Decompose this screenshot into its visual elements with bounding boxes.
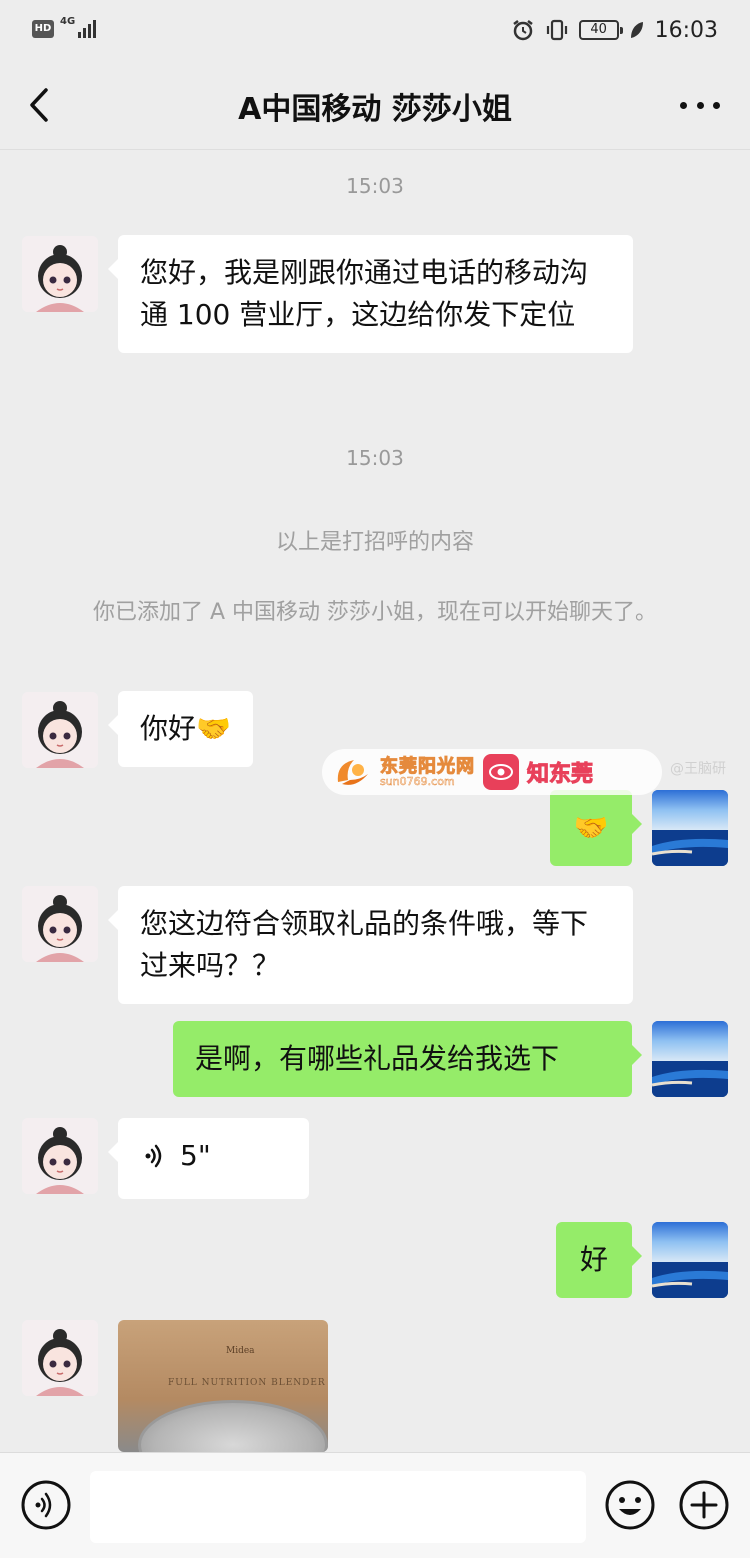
girl-avatar-icon (22, 692, 98, 768)
sun-logo-icon (337, 760, 368, 785)
ocean-avatar-icon (652, 790, 728, 866)
more-icon[interactable] (680, 98, 720, 112)
voice-duration: 5" (180, 1139, 211, 1172)
watermark-banner: 东莞阳光网 sun0769.com 知东莞 (322, 749, 662, 795)
chat-title: A中国移动 莎莎小姐 (238, 92, 512, 127)
message-input[interactable] (90, 1471, 586, 1543)
chat-header: A中国移动 莎莎小姐 (0, 60, 750, 150)
my-avatar[interactable] (652, 1222, 728, 1298)
voice-wave-icon (145, 1144, 162, 1168)
message-incoming[interactable]: 你好🤝 (108, 691, 253, 767)
girl-avatar-icon (22, 886, 98, 962)
message-incoming[interactable]: 您好，我是刚跟你通过电话的移动沟通 100 营业厅，这边给你发下定位 (108, 235, 633, 353)
message-outgoing[interactable]: 🤝 (550, 790, 642, 866)
system-notice: 以上是打招呼的内容 (275, 530, 474, 555)
watermark-site-name: 东莞阳光网 (380, 755, 475, 777)
image-message[interactable]: Midea FULL NUTRITION BLENDER (118, 1320, 328, 1452)
watermark-site: 东莞阳光网 sun0769.com (380, 755, 475, 788)
alarm-icon (512, 20, 533, 41)
watermark-handle: @王脑研 (670, 761, 726, 777)
timestamp: 15:03 (346, 446, 404, 470)
vibrate-icon (546, 19, 567, 41)
message-incoming[interactable]: 您这边符合领取礼品的条件哦，等下过来吗？？ (108, 886, 633, 1004)
network-label: 4G (60, 16, 76, 27)
message-outgoing[interactable]: 好 (556, 1222, 642, 1298)
voice-mode-icon[interactable] (20, 1479, 72, 1531)
ocean-avatar-icon (652, 1222, 728, 1298)
status-right: 40 16:03 (511, 14, 718, 46)
timestamp: 15:03 (346, 174, 404, 198)
girl-avatar-icon (22, 1320, 98, 1396)
watermark-brand: 知东莞 (526, 762, 594, 788)
girl-avatar-icon (22, 1118, 98, 1194)
contact-avatar[interactable] (22, 236, 98, 312)
battery-icon: 40 (578, 20, 623, 40)
voice-message[interactable]: 5" (108, 1118, 309, 1199)
blender-photo (138, 1400, 328, 1452)
contact-avatar[interactable] (22, 886, 98, 962)
status-time: 16:03 (654, 17, 718, 43)
eye-logo-icon (483, 754, 519, 790)
my-avatar[interactable] (652, 790, 728, 866)
message-outgoing[interactable]: 是啊，有哪些礼品发给我选下 (173, 1021, 642, 1097)
hd-badge: HD (32, 20, 54, 38)
watermark-site-url: sun0769.com (380, 774, 455, 788)
emoji-icon[interactable] (604, 1479, 656, 1531)
leaf-icon (630, 22, 643, 38)
ocean-avatar-icon (652, 1021, 728, 1097)
signal-icon (78, 20, 96, 38)
plus-icon[interactable] (678, 1479, 730, 1531)
contact-avatar[interactable] (22, 692, 98, 768)
contact-avatar[interactable] (22, 1118, 98, 1194)
status-bar: HD 4G 40 16:03 (0, 0, 750, 60)
box-product-text: FULL NUTRITION BLENDER (168, 1378, 326, 1388)
my-avatar[interactable] (652, 1021, 728, 1097)
chat-list[interactable]: 15:03 您好，我是刚跟你通过电话的移动沟通 100 营业厅，这边给你发下定位… (0, 150, 750, 1452)
system-notice: 你已添加了 A 中国移动 莎莎小姐，现在可以开始聊天了。 (92, 600, 658, 625)
girl-avatar-icon (22, 236, 98, 312)
input-toolbar (0, 1452, 750, 1558)
box-brand-text: Midea (226, 1346, 255, 1356)
contact-avatar[interactable] (22, 1320, 98, 1396)
